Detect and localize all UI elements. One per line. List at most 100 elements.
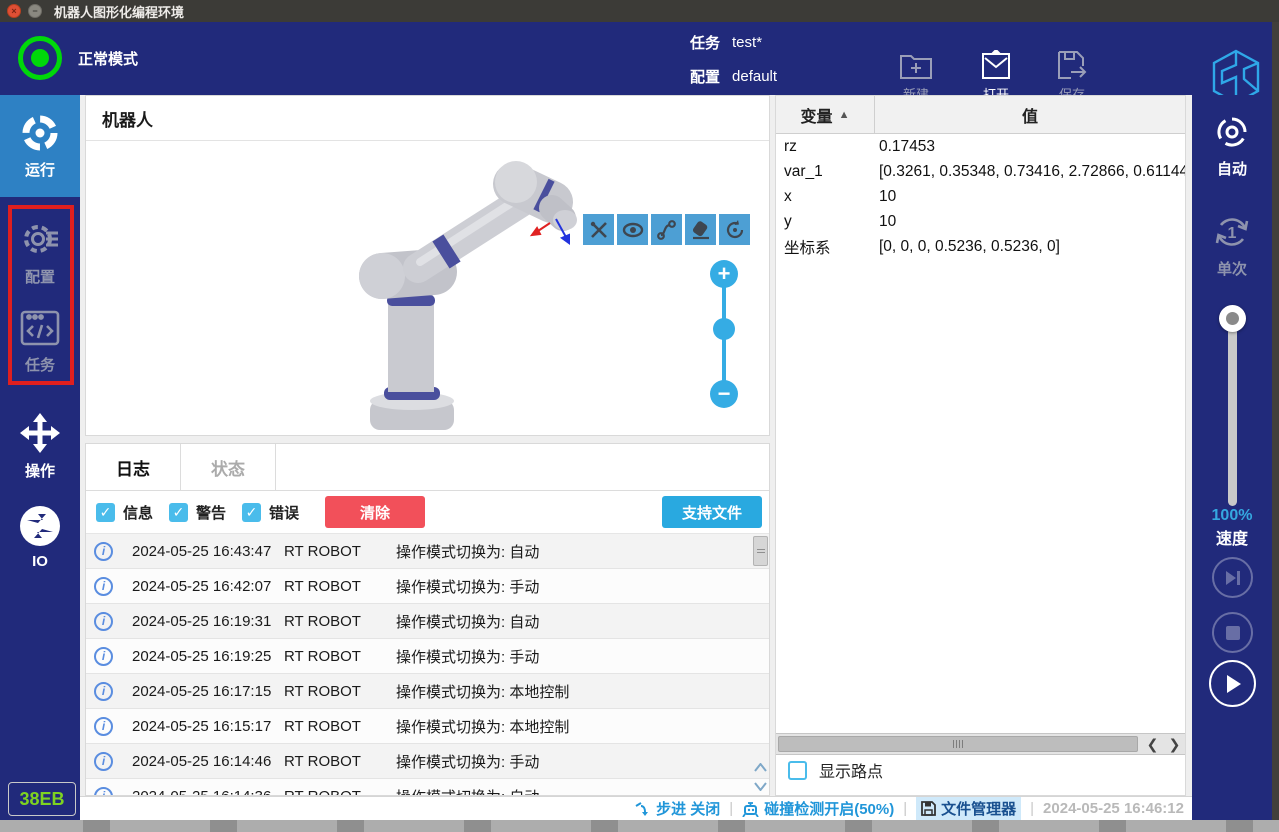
minimize-icon[interactable]: −: [28, 4, 42, 18]
scroll-left-icon[interactable]: ❮: [1142, 735, 1163, 754]
sidebar-item-run[interactable]: 运行: [0, 95, 80, 197]
run-icon: [20, 113, 60, 153]
zoom-in-icon[interactable]: +: [710, 260, 738, 288]
log-row: i 2024-05-25 16:15:17 RT ROBOT 操作模式切换为: …: [86, 709, 769, 744]
header-bar: 正常模式 任务 test* 配置 default 新建 打开: [0, 22, 1272, 105]
tools-icon[interactable]: [583, 214, 614, 245]
stop-icon: [1225, 625, 1240, 640]
mode-label: 正常模式: [78, 51, 139, 68]
info-icon: i: [94, 576, 113, 596]
collision-robot-icon: [742, 801, 759, 817]
play-icon: [1226, 674, 1241, 693]
step-forward-button[interactable]: [1212, 557, 1253, 598]
robot-3d-viewport[interactable]: + −: [86, 142, 769, 435]
tab-log[interactable]: 日志: [86, 444, 181, 490]
scroll-down-icon[interactable]: [753, 782, 767, 791]
support-files-button[interactable]: 支持文件: [662, 496, 762, 528]
path-icon[interactable]: [651, 214, 682, 245]
svg-text:1: 1: [1228, 225, 1237, 242]
speed-slider-knob[interactable]: [1219, 305, 1246, 332]
sidebar-item-task[interactable]: 任务: [0, 308, 80, 375]
viewport-toolbar: [583, 214, 750, 245]
hscrollbar-thumb[interactable]: [778, 736, 1138, 752]
zoom-slider-knob[interactable]: [713, 318, 735, 340]
auto-mode-button[interactable]: 自动: [1192, 111, 1272, 179]
info-icon: i: [94, 611, 113, 631]
tab-status[interactable]: 状态: [181, 444, 276, 490]
robot-arm-render: [359, 161, 577, 430]
play-button[interactable]: [1209, 660, 1256, 707]
close-icon[interactable]: ×: [7, 4, 21, 18]
log-filter-row: ✓ 信息 ✓ 警告 ✓ 错误 清除 支持文件: [86, 491, 769, 534]
log-row: i 2024-05-25 16:14:36 RT ROBOT 操作模式切换为: …: [86, 779, 769, 795]
variable-row[interactable]: 坐标系 [0, 0, 0, 0.5236, 0.5236, 0]: [776, 234, 1185, 259]
info-checkbox[interactable]: ✓: [96, 502, 115, 522]
info-icon: i: [94, 541, 113, 561]
floppy-icon: [921, 801, 937, 816]
rotate-icon[interactable]: [719, 214, 750, 245]
task-value: test*: [732, 34, 763, 51]
mode-indicator-icon: [18, 36, 62, 80]
status-badge: 38EB: [8, 782, 76, 816]
info-icon: i: [94, 786, 113, 795]
config-label: 配置: [690, 69, 721, 86]
error-checkbox[interactable]: ✓: [242, 502, 262, 522]
scroll-up-icon[interactable]: [753, 763, 767, 772]
window-right-edge: [1272, 22, 1279, 820]
sidebar-item-operate[interactable]: 操作: [0, 412, 80, 481]
left-sidebar: 运行 配置 任务 操作 IO 38EB: [0, 95, 80, 820]
log-list[interactable]: i 2024-05-25 16:43:47 RT ROBOT 操作模式切换为: …: [86, 534, 769, 795]
log-panel: 日志 状态 ✓ 信息 ✓ 警告 ✓ 错误 清除 支持文件 i 2024-05-2…: [85, 443, 770, 796]
info-icon: i: [94, 716, 113, 736]
stop-button[interactable]: [1212, 612, 1253, 653]
eye-icon[interactable]: [617, 214, 648, 245]
sidebar-item-io[interactable]: IO: [0, 505, 80, 570]
viewport-zoom-control: + −: [696, 260, 752, 425]
warning-checkbox[interactable]: ✓: [169, 502, 189, 522]
status-separator: |: [729, 800, 734, 817]
eraser-icon[interactable]: [685, 214, 716, 245]
window-titlebar: × − 机器人图形化编程环境: [0, 0, 1279, 22]
log-row: i 2024-05-25 16:19:31 RT ROBOT 操作模式切换为: …: [86, 604, 769, 639]
variable-row[interactable]: y 10: [776, 209, 1185, 234]
status-separator: |: [1030, 800, 1035, 817]
scroll-right-icon[interactable]: ❯: [1164, 735, 1185, 754]
show-waypoints-row: 显示路点: [788, 758, 883, 782]
show-waypoints-checkbox[interactable]: [788, 760, 807, 780]
status-timestamp: 2024-05-25 16:46:12: [1043, 800, 1184, 817]
log-row: i 2024-05-25 16:42:07 RT ROBOT 操作模式切换为: …: [86, 569, 769, 604]
robot-panel: 机器人 + −: [85, 95, 770, 436]
variables-panel: 变量 ▲ 值 rz 0.17453 var_1 [0.3261, 0.35348…: [775, 95, 1186, 796]
config-row: 配置 default: [690, 66, 777, 87]
sort-asc-icon: ▲: [838, 108, 850, 121]
speed-value: 100%: [1211, 507, 1253, 524]
info-icon: i: [94, 646, 113, 666]
file-manager-button[interactable]: 文件管理器: [916, 797, 1022, 820]
column-variable[interactable]: 变量 ▲: [776, 96, 875, 133]
step-arrow-icon: [635, 801, 649, 816]
zoom-out-icon[interactable]: −: [710, 380, 738, 408]
desktop-taskbar-strip: [0, 820, 1279, 832]
window-title: 机器人图形化编程环境: [54, 4, 185, 20]
variables-hscrollbar[interactable]: ❮ ❯: [776, 733, 1185, 755]
info-checkbox-label: 信息: [123, 504, 154, 522]
collision-detection-status[interactable]: 碰撞检测开启(50%): [742, 798, 894, 819]
info-icon: i: [94, 681, 113, 701]
log-row: i 2024-05-25 16:43:47 RT ROBOT 操作模式切换为: …: [86, 534, 769, 569]
variable-row[interactable]: x 10: [776, 184, 1185, 209]
open-file-icon: [979, 50, 1013, 80]
variable-row[interactable]: var_1 [0.3261, 0.35348, 0.73416, 2.72866…: [776, 159, 1185, 184]
log-row: i 2024-05-25 16:19:25 RT ROBOT 操作模式切换为: …: [86, 639, 769, 674]
step-mode-status[interactable]: 步进 关闭: [635, 798, 720, 819]
sidebar-item-config[interactable]: 配置: [0, 218, 80, 287]
show-waypoints-label: 显示路点: [819, 764, 884, 781]
column-value[interactable]: 值: [875, 96, 1185, 133]
variable-row[interactable]: rz 0.17453: [776, 134, 1185, 159]
skip-icon: [1225, 570, 1240, 585]
clear-button[interactable]: 清除: [325, 496, 426, 528]
error-checkbox-label: 错误: [269, 504, 300, 522]
single-cycle-button[interactable]: 1 单次: [1192, 211, 1272, 279]
speed-slider-track[interactable]: [1228, 318, 1237, 506]
log-scrollbar-thumb[interactable]: [753, 536, 768, 566]
status-bar: 步进 关闭 | 碰撞检测开启(50%) | 文件管理器 | 2024-05-25…: [80, 796, 1192, 820]
